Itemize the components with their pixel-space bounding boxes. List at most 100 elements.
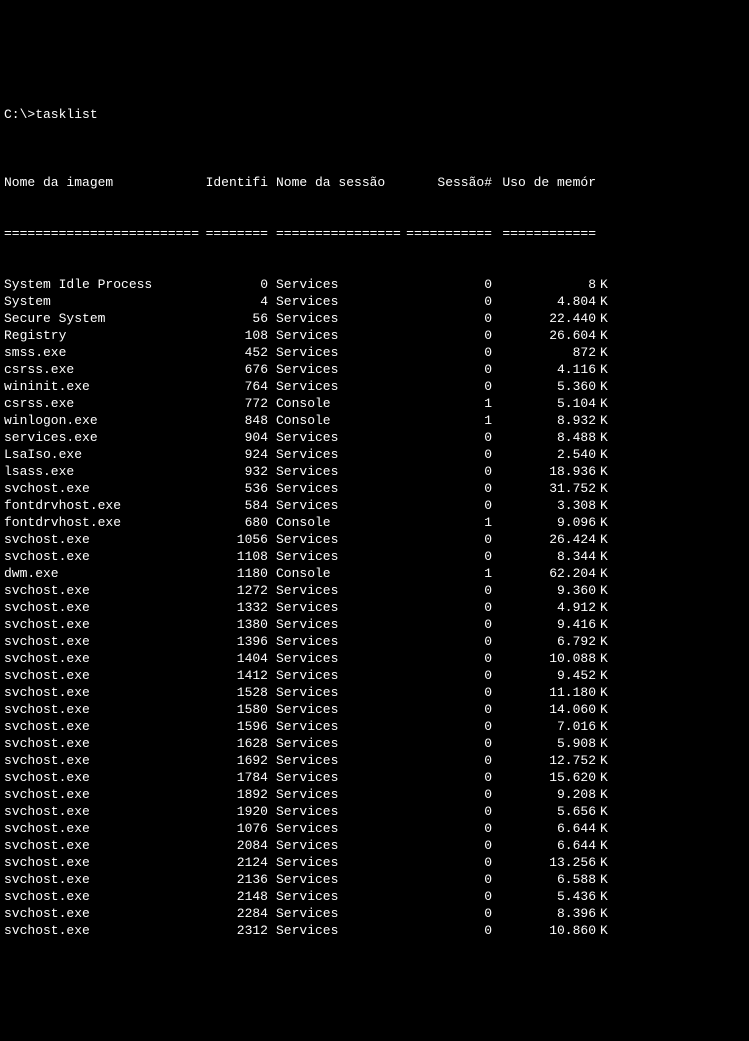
cell-memory: 5.436 bbox=[492, 888, 596, 905]
cell-memory: 6.644 bbox=[492, 837, 596, 854]
cell-session-num: 0 bbox=[404, 327, 492, 344]
cell-image-name: fontdrvhost.exe bbox=[4, 514, 204, 531]
cell-memory: 10.088 bbox=[492, 650, 596, 667]
cell-pid: 1380 bbox=[204, 616, 268, 633]
cell-memory: 14.060 bbox=[492, 701, 596, 718]
sep-image: ========================= bbox=[4, 225, 204, 242]
cell-pid: 1404 bbox=[204, 650, 268, 667]
cell-memory: 5.656 bbox=[492, 803, 596, 820]
cell-memory: 4.804 bbox=[492, 293, 596, 310]
cell-session-name: Services bbox=[268, 922, 404, 939]
table-row: svchost.exe1108Services08.344K bbox=[4, 548, 745, 565]
cell-memory-unit: K bbox=[596, 769, 612, 786]
cell-memory-unit: K bbox=[596, 327, 612, 344]
table-header: Nome da imagem Identifi Nome da sessão S… bbox=[4, 174, 745, 191]
cell-image-name: winlogon.exe bbox=[4, 412, 204, 429]
table-row: fontdrvhost.exe584Services03.308K bbox=[4, 497, 745, 514]
cell-session-name: Services bbox=[268, 752, 404, 769]
cell-memory: 9.208 bbox=[492, 786, 596, 803]
table-row: svchost.exe1596Services07.016K bbox=[4, 718, 745, 735]
cell-image-name: csrss.exe bbox=[4, 395, 204, 412]
cell-pid: 1180 bbox=[204, 565, 268, 582]
table-row: svchost.exe536Services031.752K bbox=[4, 480, 745, 497]
sep-session-num: =========== bbox=[404, 225, 492, 242]
cell-image-name: svchost.exe bbox=[4, 531, 204, 548]
cell-memory-unit: K bbox=[596, 888, 612, 905]
cell-memory-unit: K bbox=[596, 514, 612, 531]
cell-session-num: 0 bbox=[404, 735, 492, 752]
cell-memory: 8.488 bbox=[492, 429, 596, 446]
cell-image-name: csrss.exe bbox=[4, 361, 204, 378]
cell-session-name: Services bbox=[268, 650, 404, 667]
cell-pid: 2312 bbox=[204, 922, 268, 939]
cell-pid: 1412 bbox=[204, 667, 268, 684]
cell-memory-unit: K bbox=[596, 871, 612, 888]
cell-pid: 2084 bbox=[204, 837, 268, 854]
cell-memory: 15.620 bbox=[492, 769, 596, 786]
cell-session-name: Services bbox=[268, 582, 404, 599]
table-row: smss.exe452Services0872K bbox=[4, 344, 745, 361]
cell-image-name: dwm.exe bbox=[4, 565, 204, 582]
cell-pid: 2136 bbox=[204, 871, 268, 888]
sep-session-name: ================ bbox=[268, 225, 404, 242]
cell-memory-unit: K bbox=[596, 395, 612, 412]
cell-memory-unit: K bbox=[596, 650, 612, 667]
table-row: Registry108Services026.604K bbox=[4, 327, 745, 344]
cell-session-name: Console bbox=[268, 395, 404, 412]
header-session-num: Sessão# bbox=[404, 174, 492, 191]
cell-pid: 904 bbox=[204, 429, 268, 446]
cell-image-name: svchost.exe bbox=[4, 735, 204, 752]
cell-session-name: Services bbox=[268, 854, 404, 871]
cell-memory-unit: K bbox=[596, 361, 612, 378]
table-row: svchost.exe2148Services05.436K bbox=[4, 888, 745, 905]
cell-session-num: 1 bbox=[404, 412, 492, 429]
cell-session-num: 0 bbox=[404, 922, 492, 939]
cell-session-name: Services bbox=[268, 616, 404, 633]
cell-memory-unit: K bbox=[596, 344, 612, 361]
cell-image-name: svchost.exe bbox=[4, 650, 204, 667]
cell-session-name: Services bbox=[268, 786, 404, 803]
sep-memory: ============ bbox=[492, 225, 596, 242]
cell-session-name: Services bbox=[268, 344, 404, 361]
cell-session-num: 1 bbox=[404, 565, 492, 582]
cell-memory: 9.096 bbox=[492, 514, 596, 531]
cell-pid: 1596 bbox=[204, 718, 268, 735]
table-row: svchost.exe1628Services05.908K bbox=[4, 735, 745, 752]
table-row: System Idle Process0Services08K bbox=[4, 276, 745, 293]
cell-session-name: Services bbox=[268, 803, 404, 820]
cell-session-num: 0 bbox=[404, 701, 492, 718]
cell-memory: 31.752 bbox=[492, 480, 596, 497]
cell-memory-unit: K bbox=[596, 616, 612, 633]
cell-session-name: Services bbox=[268, 735, 404, 752]
cell-memory: 5.360 bbox=[492, 378, 596, 395]
cell-memory-unit: K bbox=[596, 582, 612, 599]
cell-pid: 2148 bbox=[204, 888, 268, 905]
table-row: svchost.exe1784Services015.620K bbox=[4, 769, 745, 786]
cell-session-name: Services bbox=[268, 276, 404, 293]
sep-unit bbox=[596, 225, 612, 242]
table-row: wininit.exe764Services05.360K bbox=[4, 378, 745, 395]
table-row: LsaIso.exe924Services02.540K bbox=[4, 446, 745, 463]
table-row: svchost.exe2084Services06.644K bbox=[4, 837, 745, 854]
cell-pid: 924 bbox=[204, 446, 268, 463]
cell-image-name: System bbox=[4, 293, 204, 310]
cell-pid: 772 bbox=[204, 395, 268, 412]
cell-pid: 848 bbox=[204, 412, 268, 429]
header-memory: Uso de memór bbox=[492, 174, 596, 191]
table-body: System Idle Process0Services08KSystem4Se… bbox=[4, 276, 745, 939]
cell-memory: 5.908 bbox=[492, 735, 596, 752]
cell-pid: 4 bbox=[204, 293, 268, 310]
cell-session-name: Services bbox=[268, 361, 404, 378]
cell-memory: 7.016 bbox=[492, 718, 596, 735]
cell-image-name: wininit.exe bbox=[4, 378, 204, 395]
cell-memory: 26.424 bbox=[492, 531, 596, 548]
cell-memory: 6.792 bbox=[492, 633, 596, 650]
cell-pid: 1528 bbox=[204, 684, 268, 701]
cell-session-num: 0 bbox=[404, 446, 492, 463]
cell-session-num: 0 bbox=[404, 684, 492, 701]
cell-memory-unit: K bbox=[596, 565, 612, 582]
cell-image-name: svchost.exe bbox=[4, 854, 204, 871]
cell-pid: 0 bbox=[204, 276, 268, 293]
cell-session-num: 0 bbox=[404, 650, 492, 667]
table-row: svchost.exe1892Services09.208K bbox=[4, 786, 745, 803]
